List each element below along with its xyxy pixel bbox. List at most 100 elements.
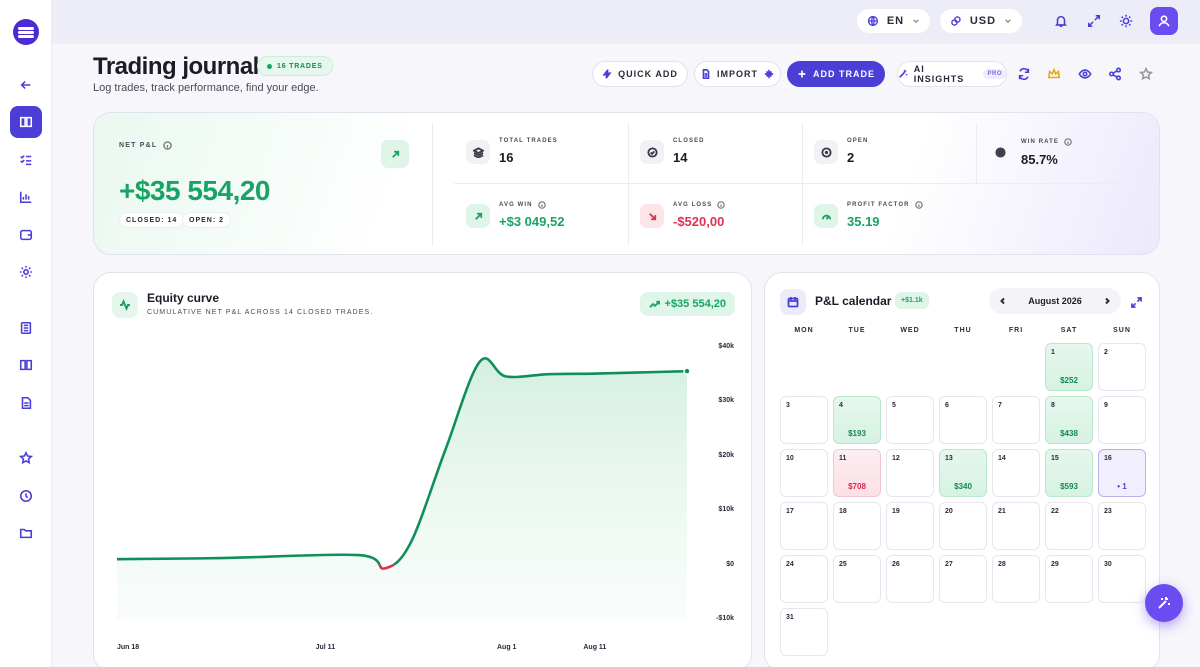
day-number: 16 [1104, 455, 1112, 462]
favorite-star-icon[interactable] [1138, 66, 1154, 81]
calendar-day[interactable]: 24 [780, 555, 828, 603]
chevron-down-icon [913, 19, 919, 24]
day-pnl-value: $340 [954, 482, 972, 491]
wallet-icon[interactable] [10, 219, 42, 251]
calendar-day[interactable]: 12 [886, 449, 934, 497]
avg-loss-label-text: AVG LOSS [673, 202, 713, 208]
language-selector[interactable]: EN [857, 9, 930, 33]
day-number: 21 [998, 508, 1006, 515]
month-label: August 2026 [1028, 296, 1082, 306]
document-icon[interactable] [10, 387, 42, 419]
calendar-day[interactable]: 14 [992, 449, 1040, 497]
calendar-icon [780, 289, 806, 315]
quick-add-button[interactable]: QUICK ADD [592, 61, 688, 87]
calendar-day[interactable]: 31 [780, 608, 828, 656]
app-logo[interactable] [13, 19, 39, 45]
ai-insights-button[interactable]: AI INSIGHTS PRO [897, 61, 1007, 87]
calendar-day[interactable]: 11 $708 [833, 449, 881, 497]
calendar-day[interactable]: 23 [1098, 502, 1146, 550]
eye-icon[interactable] [1078, 67, 1092, 81]
magic-sparkle-icon [1158, 597, 1170, 609]
day-number: 31 [786, 614, 794, 621]
y-tick-label: -$10k [716, 615, 734, 622]
checklist-icon[interactable] [10, 144, 42, 176]
calendar-day[interactable]: 10 [780, 449, 828, 497]
day-pnl-value: $193 [848, 429, 866, 438]
expand-icon[interactable] [1131, 295, 1142, 308]
lightning-icon [602, 69, 612, 79]
ai-assistant-button[interactable] [1145, 584, 1183, 622]
calendar-day[interactable]: 2 [1098, 343, 1146, 391]
info-icon[interactable] [914, 201, 923, 209]
calendar-day[interactable]: 28 [992, 555, 1040, 603]
calendar-day[interactable]: 25 [833, 555, 881, 603]
currency-selector[interactable]: USD [940, 9, 1022, 33]
y-tick-label: $30k [718, 397, 734, 405]
calendar-day[interactable]: 26 [886, 555, 934, 603]
calendar-day[interactable]: 18 [833, 502, 881, 550]
calendar-day[interactable]: 8 $438 [1045, 396, 1093, 444]
user-avatar[interactable] [1150, 7, 1178, 35]
calendar-day[interactable]: 6 [939, 396, 987, 444]
info-icon[interactable] [717, 201, 726, 209]
history-clock-icon[interactable] [10, 480, 42, 512]
day-number: 6 [945, 402, 949, 409]
back-arrow-icon[interactable] [10, 69, 42, 101]
y-tick-label: $10k [718, 506, 734, 514]
playbook-book-icon[interactable] [10, 349, 42, 381]
notes-icon[interactable] [10, 312, 42, 344]
day-number: 4 [839, 402, 843, 409]
fullscreen-icon[interactable] [1085, 12, 1103, 30]
pnl-calendar-card: P&L calendar +$1.1k August 2026 MON TUE WE… [764, 272, 1160, 667]
folder-icon[interactable] [10, 517, 42, 549]
day-number: 19 [892, 508, 900, 515]
calendar-day[interactable]: 16 • 1 [1098, 449, 1146, 497]
calendar-day[interactable]: 17 [780, 502, 828, 550]
settings-gear-icon[interactable] [10, 256, 42, 288]
total-trades-value: 16 [499, 150, 514, 165]
info-icon[interactable] [537, 201, 546, 209]
bar-chart-icon[interactable] [10, 181, 42, 213]
theme-sun-icon[interactable] [1117, 12, 1135, 30]
calendar-day[interactable]: 4 $193 [833, 396, 881, 444]
day-number: 2 [1104, 349, 1108, 356]
journal-book-icon[interactable] [10, 106, 42, 138]
day-number: 12 [892, 455, 900, 462]
day-number: 18 [839, 508, 847, 515]
chevron-left-icon[interactable] [999, 297, 1007, 305]
language-value: EN [886, 15, 905, 27]
share-icon[interactable] [1108, 67, 1122, 81]
calendar-day[interactable]: 9 [1098, 396, 1146, 444]
top-bar: EN USD [52, 0, 1200, 44]
calendar-day[interactable]: 5 [886, 396, 934, 444]
day-number: 11 [839, 455, 847, 462]
calendar-day[interactable]: 27 [939, 555, 987, 603]
calendar-day[interactable]: 20 [939, 502, 987, 550]
calendar-day[interactable]: 3 [780, 396, 828, 444]
info-icon[interactable] [163, 141, 173, 150]
calendar-day[interactable]: 19 [886, 502, 934, 550]
bell-icon[interactable] [1052, 12, 1070, 30]
add-trade-button[interactable]: ADD TRADE [787, 61, 885, 87]
weekday-label: THU [954, 327, 972, 334]
star-icon[interactable] [10, 442, 42, 474]
day-number: 10 [786, 455, 794, 462]
calendar-day[interactable]: 30 [1098, 555, 1146, 603]
chevron-right-icon[interactable] [1103, 297, 1111, 305]
calendar-day[interactable]: 22 [1045, 502, 1093, 550]
info-icon[interactable] [1064, 138, 1072, 146]
calendar-day[interactable]: 21 [992, 502, 1040, 550]
crown-icon[interactable] [1047, 67, 1061, 81]
equity-last-point[interactable] [683, 367, 691, 375]
calendar-day[interactable]: 13 $340 [939, 449, 987, 497]
calendar-day[interactable]: 15 $593 [1045, 449, 1093, 497]
calendar-day[interactable]: 7 [992, 396, 1040, 444]
avg-loss-label: AVG LOSS [673, 201, 726, 209]
calendar-day[interactable]: 29 [1045, 555, 1093, 603]
calendar-day[interactable]: 1 $252 [1045, 343, 1093, 391]
refresh-icon[interactable] [1017, 67, 1031, 81]
day-number: 15 [1051, 455, 1059, 462]
import-button[interactable]: IMPORT [694, 61, 781, 87]
weekday-label: FRI [1008, 327, 1024, 334]
x-tick-label: Aug 11 [583, 644, 607, 651]
